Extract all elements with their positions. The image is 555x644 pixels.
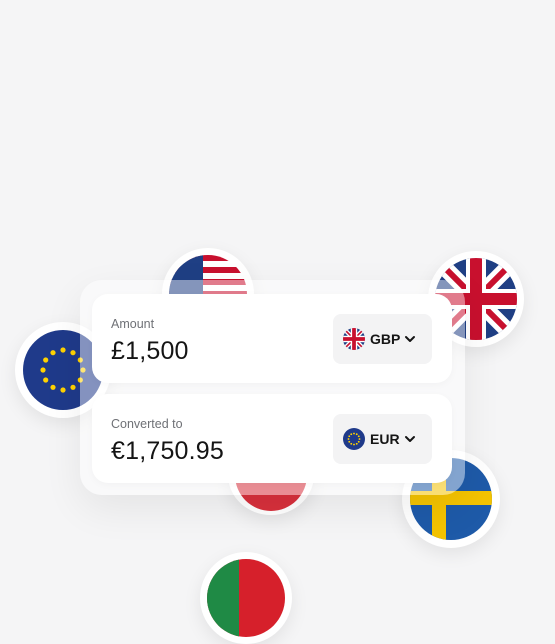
- amount-value[interactable]: £1,500: [111, 337, 189, 366]
- converted-value: €1,750.95: [111, 437, 225, 465]
- converted-label: Converted to: [111, 417, 183, 431]
- from-currency-selector[interactable]: GBP: [333, 314, 432, 364]
- portugal-flag-icon: [200, 552, 292, 644]
- from-currency-code: GBP: [370, 331, 401, 347]
- uk-flag-icon: [343, 328, 365, 350]
- amount-card: Amount £1,500 GBP: [92, 294, 452, 383]
- converted-card: Converted to €1,750.95 EUR: [92, 394, 452, 483]
- amount-label: Amount: [111, 317, 155, 331]
- to-currency-code: EUR: [370, 431, 400, 447]
- chevron-down-icon: [405, 436, 415, 442]
- to-currency-selector[interactable]: EUR: [333, 414, 432, 464]
- eu-flag-icon: [343, 428, 365, 450]
- chevron-down-icon: [405, 336, 415, 342]
